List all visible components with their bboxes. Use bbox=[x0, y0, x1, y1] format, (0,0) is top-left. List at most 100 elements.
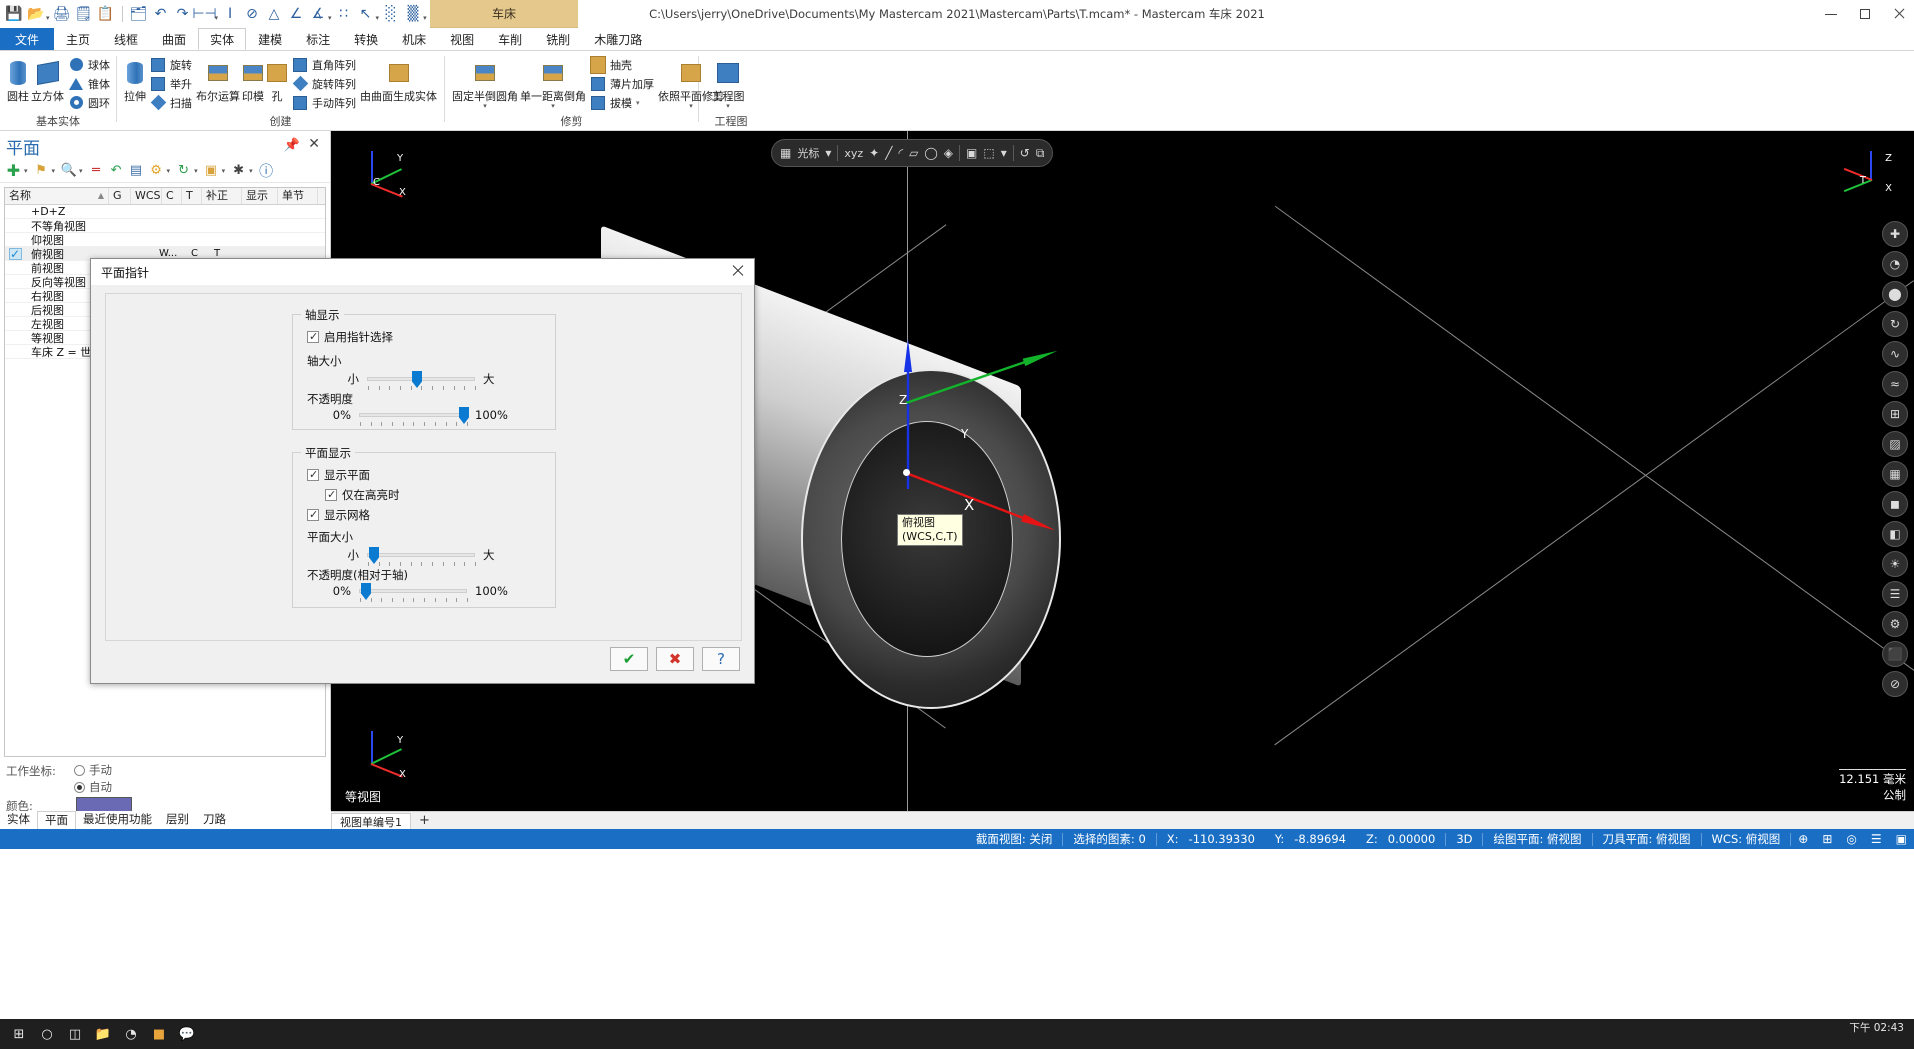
radio-auto-icon[interactable] bbox=[74, 781, 85, 793]
radio-manual-icon[interactable] bbox=[74, 764, 85, 776]
save-icon[interactable]: 💾 bbox=[4, 3, 24, 25]
add-plane-caret-icon[interactable]: ▾ bbox=[24, 167, 28, 175]
tab-machine[interactable]: 机床 bbox=[390, 28, 438, 50]
xyz-label[interactable]: xyz bbox=[844, 147, 863, 160]
col-display[interactable]: 显示 bbox=[242, 188, 278, 204]
col-wcs[interactable]: WCS bbox=[131, 188, 162, 204]
viewsheet-tab[interactable]: 视图单编号1 bbox=[331, 813, 411, 829]
axes-plane-button[interactable]: ✱ bbox=[229, 161, 248, 181]
box-plane-caret-icon[interactable]: ▾ bbox=[222, 167, 226, 175]
extrude-button[interactable]: 拉伸 bbox=[123, 54, 147, 105]
refresh-view-icon[interactable]: ↺ bbox=[1020, 146, 1030, 160]
redo-icon[interactable]: ↷ bbox=[173, 3, 193, 25]
btab-level[interactable]: 层别 bbox=[159, 811, 196, 829]
tab-model[interactable]: 建模 bbox=[246, 28, 294, 50]
pan-nav-icon[interactable]: ⬤ bbox=[1882, 281, 1908, 307]
trim-plane-caret-icon[interactable]: ▾ bbox=[689, 103, 693, 110]
refresh-plane-button[interactable]: ↻ bbox=[174, 161, 193, 181]
help-button[interactable]: ? bbox=[702, 647, 740, 671]
cancel-button[interactable]: ✖ bbox=[656, 647, 694, 671]
axis-opacity-slider[interactable]: 0% 100% bbox=[323, 407, 509, 426]
tab-solid[interactable]: 实体 bbox=[198, 28, 247, 50]
show-grid-check-icon[interactable] bbox=[307, 508, 319, 521]
plane-size-track[interactable] bbox=[367, 547, 476, 566]
col-c[interactable]: C bbox=[162, 188, 182, 204]
rotate-nav-icon[interactable]: ↻ bbox=[1882, 311, 1908, 337]
hole-button[interactable]: 孔 bbox=[265, 54, 289, 105]
overflow-icon[interactable]: ▾ bbox=[423, 14, 427, 28]
grid-toggle-icon[interactable]: ▦ bbox=[780, 146, 791, 160]
start-icon[interactable]: ⊞ bbox=[6, 1021, 32, 1047]
list-plane-button[interactable]: ▤ bbox=[127, 161, 146, 181]
plane-pointer-dialog[interactable]: 平面指针 轴显示 启用指针选择 轴大小 小 bbox=[90, 258, 755, 684]
pin-icon[interactable]: 📌 bbox=[284, 138, 300, 153]
line-snap-icon[interactable]: ╱ bbox=[885, 146, 892, 160]
stamp-button[interactable]: 印模 bbox=[241, 54, 265, 105]
light-nav-icon[interactable]: ☀ bbox=[1882, 551, 1908, 577]
close-icon[interactable]: ✕ bbox=[308, 136, 320, 152]
tab-home[interactable]: 主页 bbox=[54, 28, 102, 50]
status-section-view[interactable]: 截面视图: 关闭 bbox=[966, 829, 1063, 849]
view-nav-column[interactable]: ✚ ◔ ⬤ ↻ ∿ ≈ ⊞ ▨ ▦ ◼ ◧ ☀ ☰ ⚙ ⬛ ⊘ bbox=[1882, 221, 1908, 697]
cursor-caret-icon[interactable]: ▾ bbox=[825, 146, 831, 160]
show-plane-checkbox[interactable]: 显示平面 bbox=[307, 467, 370, 483]
ok-button[interactable]: ✔ bbox=[610, 647, 648, 671]
chamfer-caret-icon[interactable]: ▾ bbox=[551, 103, 555, 110]
text-cursor-icon[interactable]: I bbox=[220, 3, 240, 25]
btab-recent[interactable]: 最近使用功能 bbox=[76, 811, 159, 829]
target-status-icon[interactable]: ◎ bbox=[1839, 832, 1863, 846]
revolve-button[interactable]: 旋转 bbox=[147, 55, 195, 74]
layer-nav-icon[interactable]: ☰ bbox=[1882, 581, 1908, 607]
find-plane-button[interactable]: 🔍 bbox=[59, 161, 78, 181]
flag-plane-caret-icon[interactable]: ▾ bbox=[52, 167, 56, 175]
orbit-nav-icon[interactable]: ◔ bbox=[1882, 251, 1908, 277]
col-section[interactable]: 单节 bbox=[278, 188, 318, 204]
cylinder-button[interactable]: 圆柱 bbox=[6, 54, 30, 105]
draft-caret-icon[interactable]: ▾ bbox=[636, 99, 640, 107]
cone-button[interactable]: 锥体 bbox=[65, 74, 113, 93]
drawing-caret-icon[interactable]: ▾ bbox=[726, 103, 730, 110]
edge-snap-icon[interactable]: ▱ bbox=[909, 146, 918, 160]
grid-dots-icon[interactable]: ∷ bbox=[334, 3, 354, 25]
rot-array-button[interactable]: 旋转阵列 bbox=[289, 74, 359, 93]
point-snap-icon[interactable]: ✦ bbox=[869, 146, 879, 160]
triangle-icon[interactable]: △ bbox=[264, 3, 284, 25]
mastercam-taskbar-icon[interactable]: ■ bbox=[146, 1021, 172, 1047]
shell-button[interactable]: 抽壳 bbox=[587, 55, 657, 74]
only-highlight-check-icon[interactable] bbox=[325, 488, 337, 501]
add-plane-button[interactable]: ✚ bbox=[4, 161, 23, 181]
col-g[interactable]: G bbox=[109, 188, 131, 204]
tab-woodcarve[interactable]: 木雕刀路 bbox=[582, 28, 654, 50]
blue-grid2-icon[interactable]: ▒ bbox=[403, 3, 423, 25]
graphics-floating-toolbar[interactable]: ▦ 光标 ▾ xyz ✦ ╱ ◜ ▱ ◯ ◈ ▣ ⬚ ▾ ↺ ⧉ bbox=[771, 139, 1054, 167]
manual-array-button[interactable]: 手动阵列 bbox=[289, 93, 359, 112]
flag-plane-button[interactable]: ⚑ bbox=[32, 161, 51, 181]
fixed-fillet-caret-icon[interactable]: ▾ bbox=[483, 103, 487, 110]
wcs-radio-manual[interactable]: 手动 bbox=[74, 762, 112, 778]
chat-icon[interactable]: 💬 bbox=[174, 1021, 200, 1047]
color-swatch[interactable] bbox=[76, 797, 132, 812]
tab-turning[interactable]: 车削 bbox=[486, 28, 534, 50]
block-nav-icon[interactable]: ⬛ bbox=[1882, 641, 1908, 667]
edge-icon[interactable]: ◔ bbox=[118, 1021, 144, 1047]
select-caret-icon[interactable]: ▾ bbox=[376, 14, 380, 28]
select-arrow-icon[interactable]: ↖ bbox=[356, 3, 376, 25]
surface-to-solid-button[interactable]: 由曲面生成实体 bbox=[359, 54, 438, 105]
sweep-button[interactable]: 扫描 bbox=[147, 93, 195, 112]
layers-status-icon[interactable]: ☰ bbox=[1864, 832, 1889, 846]
rect-array-button[interactable]: 直角阵列 bbox=[289, 55, 359, 74]
open-folder-icon[interactable]: 📂 bbox=[26, 3, 46, 25]
tab-milling[interactable]: 铣削 bbox=[534, 28, 582, 50]
fixed-fillet-button[interactable]: 固定半倒圆角 ▾ bbox=[451, 54, 519, 111]
col-t[interactable]: T bbox=[182, 188, 202, 204]
arc-snap-icon[interactable]: ◜ bbox=[898, 146, 903, 160]
tab-annotate[interactable]: 标注 bbox=[294, 28, 342, 50]
plane-opacity-track[interactable] bbox=[359, 583, 468, 602]
btab-solid[interactable]: 实体 bbox=[0, 811, 37, 829]
single-dist-chamfer-button[interactable]: 单一距离倒角 ▾ bbox=[519, 54, 587, 111]
measure-caret-icon[interactable]: ▾ bbox=[215, 14, 219, 28]
box-plane-button[interactable]: ▣ bbox=[202, 161, 221, 181]
open-caret-icon[interactable]: ▾ bbox=[46, 14, 50, 28]
btab-plane[interactable]: 平面 bbox=[37, 811, 76, 829]
add-viewsheet-button[interactable]: + bbox=[411, 812, 438, 829]
